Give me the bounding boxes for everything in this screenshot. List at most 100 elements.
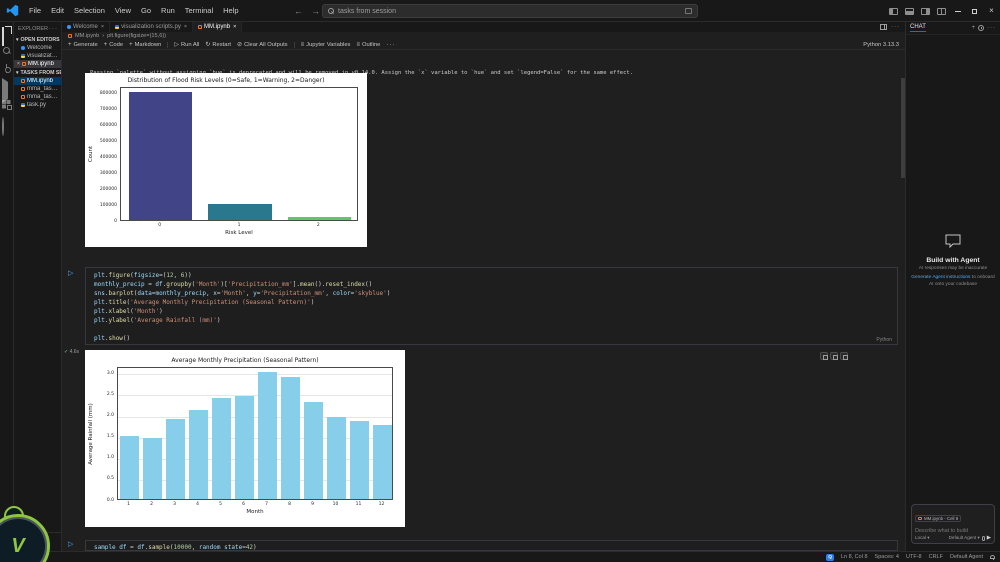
generate-button[interactable]: + Generate xyxy=(68,42,98,48)
back-icon[interactable]: ← xyxy=(294,6,303,16)
chat-more-icon[interactable]: ··· xyxy=(987,25,996,31)
agent-mode-indicator[interactable]: Default Agent xyxy=(950,554,983,560)
indentation-indicator[interactable]: Spaces: 4 xyxy=(875,554,899,560)
eol-indicator[interactable]: CRLF xyxy=(929,554,943,560)
vscode-logo-icon xyxy=(6,4,19,17)
bar xyxy=(212,397,231,499)
close-icon[interactable]: × xyxy=(184,24,187,30)
chat-history-icon[interactable] xyxy=(978,25,984,31)
toggle-sidebar-icon[interactable] xyxy=(888,7,898,15)
new-chat-icon[interactable]: + xyxy=(971,25,975,31)
open-editor-mm-ipynb[interactable]: × MM.ipynb xyxy=(14,60,61,68)
file-mma-task-ipynb[interactable]: mma_task.ipynb xyxy=(14,85,61,93)
open-editors-header[interactable]: ▾ OPEN EDITORS xyxy=(14,35,61,44)
open-editor-welcome[interactable]: Welcome xyxy=(14,44,61,52)
explorer-more-icon[interactable]: ··· xyxy=(49,26,58,32)
bar xyxy=(258,372,277,499)
close-window-button[interactable]: × xyxy=(983,0,1000,22)
menu-selection[interactable]: Selection xyxy=(69,0,110,22)
notebook-editor: Passing `palette` without assigning `hue… xyxy=(62,50,905,551)
source-control-icon[interactable] xyxy=(2,64,11,73)
notebook-file-icon xyxy=(68,34,72,38)
notifications-bell-icon[interactable] xyxy=(990,555,995,560)
precipitation-chart-output: Average Monthly Precipitation (Seasonal … xyxy=(85,350,405,527)
editor-tab-bar: Welcome × visualization scripts.py × MM.ip… xyxy=(62,22,905,32)
generate-agent-instructions-link[interactable]: Generate Agent instructions to onboard A… xyxy=(911,275,995,288)
code-cell-precipitation[interactable]: plt.figure(figsize=(12, 6)) monthly_preci… xyxy=(85,267,898,345)
bar xyxy=(327,416,346,499)
chat-empty-state: Build with Agent AI responses may be ina… xyxy=(911,234,995,288)
tab-visualization-scripts[interactable]: visualization scripts.py × xyxy=(110,22,194,32)
tab-mm-ipynb[interactable]: MM.ipynb × xyxy=(193,22,243,32)
code-cell-sample[interactable]: sample_df = df.sample(10000, random_stat… xyxy=(85,540,898,551)
close-icon[interactable]: × xyxy=(101,24,104,30)
microphone-icon[interactable] xyxy=(981,535,985,541)
context-chip[interactable]: MM.ipynb - Cell 8 xyxy=(915,515,962,522)
bar xyxy=(281,376,300,499)
menu-view[interactable]: View xyxy=(110,0,136,22)
cell-language-label[interactable]: Python xyxy=(876,337,892,343)
open-output-icon[interactable] xyxy=(830,352,838,360)
bar xyxy=(128,92,193,220)
menu-go[interactable]: Go xyxy=(136,0,156,22)
breadcrumb[interactable]: MM.ipynb › plt.figure(figsize=(15,6)) xyxy=(62,32,905,40)
tab-welcome[interactable]: Welcome × xyxy=(62,22,111,32)
menu-help[interactable]: Help xyxy=(218,0,243,22)
search-sidebar-icon[interactable] xyxy=(2,46,11,55)
explorer-icon[interactable] xyxy=(2,27,11,46)
chat-input-placeholder[interactable]: Describe what to build xyxy=(915,528,991,534)
file-mma-task1-ipynb[interactable]: mma_task1.ipynb xyxy=(14,93,61,101)
chat-bubble-icon xyxy=(945,234,961,249)
menu-run[interactable]: Run xyxy=(156,0,180,22)
restart-kernel-button[interactable]: ↻ Restart xyxy=(205,41,231,49)
add-code-cell-button[interactable]: + Code xyxy=(104,42,123,48)
menu-edit[interactable]: Edit xyxy=(46,0,69,22)
bar xyxy=(373,425,392,499)
notebook-file-icon xyxy=(21,62,26,66)
maximize-button[interactable] xyxy=(966,0,983,22)
file-task-py[interactable]: task.py xyxy=(14,101,61,109)
close-icon[interactable]: × xyxy=(17,61,20,67)
forward-icon[interactable]: → xyxy=(311,6,320,16)
kernel-picker[interactable]: Python 3.13.3 xyxy=(863,42,899,48)
chat-input-box[interactable]: MM.ipynb - Cell 8 Describe what to build… xyxy=(911,504,995,544)
chart-ylabel: Average Rainfall (mm) xyxy=(88,402,94,465)
run-all-button[interactable]: ▷ Run All xyxy=(174,41,199,49)
more-output-actions-icon[interactable] xyxy=(840,352,848,360)
send-icon[interactable]: ▶ xyxy=(987,535,991,541)
jupyter-icon[interactable] xyxy=(2,117,11,136)
toggle-secondary-sidebar-icon[interactable] xyxy=(920,7,930,15)
command-center-search[interactable]: tasks from session xyxy=(322,4,698,18)
menu-file[interactable]: File xyxy=(24,0,46,22)
activity-bar: ⚙ xyxy=(0,22,14,557)
run-debug-icon[interactable] xyxy=(2,78,11,103)
workspace-folder-header[interactable]: ▾TASKS FROM SESSION xyxy=(14,68,61,77)
clear-outputs-button[interactable]: ⊘ Clear All Outputs xyxy=(237,41,288,49)
chat-agent-dropdown[interactable]: Default Agent ▾ xyxy=(949,535,980,541)
split-editor-icon[interactable] xyxy=(880,24,887,30)
file-mm-ipynb[interactable]: MM.ipynb xyxy=(14,77,61,85)
chat-mode-local-dropdown[interactable]: Local ▾ xyxy=(915,535,930,541)
jupyter-variables-button[interactable]: ≡ Jupyter Variables xyxy=(301,42,351,48)
add-markdown-cell-button[interactable]: + Markdown xyxy=(129,42,161,48)
menu-terminal[interactable]: Terminal xyxy=(180,0,218,22)
output-toolbar xyxy=(820,352,848,360)
run-cell-icon[interactable]: ▷ xyxy=(68,270,73,277)
minimize-button[interactable] xyxy=(949,0,966,22)
open-editor-visualization-script[interactable]: visualization scripts.py xyxy=(14,52,61,60)
toggle-panel-icon[interactable] xyxy=(904,7,914,15)
extensions-icon[interactable] xyxy=(2,100,11,109)
q-extension-icon[interactable]: Q xyxy=(826,553,834,561)
chat-panel: CHAT + ··· Build with Agent AI responses… xyxy=(905,22,1000,551)
customize-layout-icon[interactable] xyxy=(936,7,946,15)
encoding-indicator[interactable]: UTF-8 xyxy=(906,554,922,560)
notebook-more-actions-icon[interactable]: ··· xyxy=(386,42,395,48)
close-icon[interactable]: × xyxy=(233,24,236,30)
outline-button[interactable]: ≡ Outline xyxy=(356,42,380,48)
notebook-file-icon xyxy=(198,25,203,29)
editor-more-actions-icon[interactable]: ··· xyxy=(891,24,900,30)
cursor-position-indicator[interactable]: Ln 8, Col 8 xyxy=(841,554,868,560)
chat-panel-title[interactable]: CHAT xyxy=(910,24,926,32)
run-cell-icon[interactable]: ▷ xyxy=(68,541,73,548)
copy-output-icon[interactable] xyxy=(820,352,828,360)
